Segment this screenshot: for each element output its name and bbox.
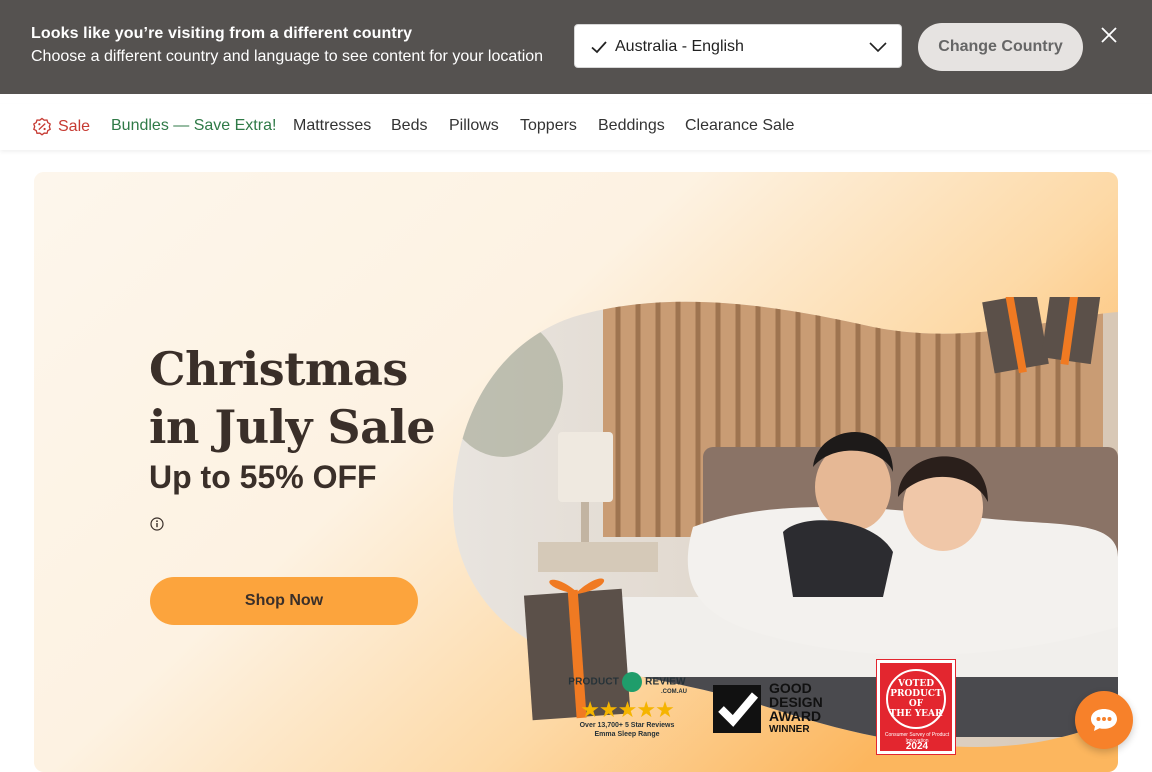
- good-design-award-badge: GOOD DESIGN AWARD WINNER: [713, 680, 833, 738]
- nav-item-label: Sale: [58, 118, 91, 135]
- chat-button[interactable]: [1075, 691, 1133, 749]
- product-review-note-1: Over 13,700+ 5 Star Reviews: [579, 722, 675, 729]
- sale-badge-icon: [33, 117, 51, 136]
- hero-title: Christmas in July Sale: [149, 342, 436, 454]
- country-select[interactable]: Australia - English: [574, 24, 902, 68]
- good-design-line-4: WINNER: [769, 724, 810, 735]
- good-design-check-icon: [713, 685, 761, 733]
- product-review-badge: PRODUCT REVIEW .COM.AU ★★★★★ Over 13,700…: [567, 672, 687, 746]
- good-design-line-2: DESIGN: [769, 694, 823, 710]
- good-design-line-3: AWARD: [769, 708, 822, 724]
- check-icon: [591, 41, 607, 54]
- chevron-down-icon: [869, 42, 887, 53]
- star-rating-icon: ★★★★★: [580, 697, 675, 722]
- change-country-button[interactable]: Change Country: [918, 23, 1083, 71]
- product-review-note-2: Emma Sleep Range: [594, 731, 660, 738]
- nav-item-pillows[interactable]: Pillows: [449, 117, 499, 135]
- info-icon[interactable]: [150, 517, 164, 531]
- country-select-value: Australia - English: [615, 38, 744, 55]
- product-of-the-year-year: 2024: [905, 741, 929, 752]
- nav-item-beds[interactable]: Beds: [391, 117, 427, 135]
- nav-item-mattresses[interactable]: Mattresses: [293, 117, 371, 135]
- gift-top-right: [982, 297, 1101, 374]
- good-design-line-1: GOOD: [769, 680, 812, 696]
- shop-now-button[interactable]: Shop Now: [150, 577, 418, 625]
- country-banner-subtitle: Choose a different country and language …: [31, 48, 544, 65]
- country-banner: Looks like you’re visiting from a differ…: [0, 0, 1152, 94]
- nav-item-bundles[interactable]: Bundles — Save Extra!: [111, 117, 276, 135]
- nav-item-sale[interactable]: Sale: [32, 117, 90, 137]
- nav-item-toppers[interactable]: Toppers: [520, 117, 577, 135]
- hero-banner[interactable]: Christmas in July Sale Up to 55% OFF Sho…: [34, 172, 1118, 772]
- nav-item-beddings[interactable]: Beddings: [598, 117, 665, 135]
- main-nav: Sale Bundles — Save Extra! Mattresses Be…: [0, 104, 1152, 150]
- product-of-the-year-seal: VOTED PRODUCT OF THE YEAR: [886, 669, 946, 729]
- product-of-the-year-badge: VOTED PRODUCT OF THE YEAR Consumer Surve…: [877, 660, 955, 754]
- hero-subtitle: Up to 55% OFF: [149, 459, 377, 495]
- country-banner-title: Looks like you’re visiting from a differ…: [31, 25, 413, 42]
- chat-bubble-icon: [1091, 709, 1117, 731]
- nav-item-clearance-sale[interactable]: Clearance Sale: [685, 117, 794, 135]
- product-review-logo-icon: [622, 672, 643, 692]
- close-icon[interactable]: [1099, 25, 1119, 45]
